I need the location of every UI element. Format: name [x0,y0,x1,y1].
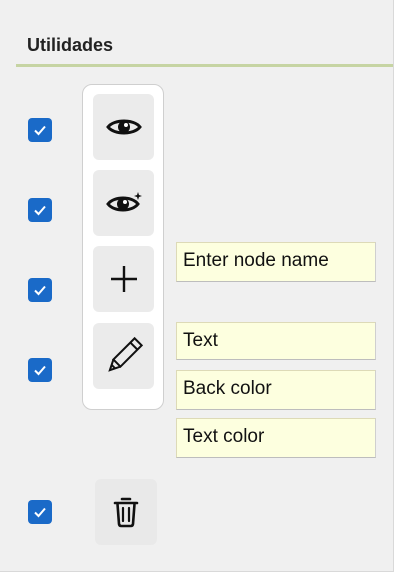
checkbox-eye[interactable] [28,118,52,142]
checkbox-add[interactable] [28,278,52,302]
checkmark-icon [34,365,46,376]
node-name-field[interactable]: Enter node name [176,242,376,282]
eye-sparkle-icon [105,192,142,212]
pencil-icon [107,336,143,372]
checkbox-delete[interactable] [28,500,52,524]
plus-icon [110,266,137,292]
utilities-panel: Utilidades Enter node name Text Back col… [0,0,394,572]
eye-icon [105,119,142,135]
checkbox-edit[interactable] [28,358,52,382]
trash-icon [113,497,139,528]
text-field[interactable]: Text [176,322,376,360]
title-divider [16,64,393,67]
view-button[interactable] [93,94,154,160]
view-all-button[interactable] [93,170,154,236]
edit-node-button[interactable] [93,323,154,389]
delete-button[interactable] [95,479,157,545]
panel-title: Utilidades [27,35,114,55]
add-node-button[interactable] [93,246,154,312]
checkmark-icon [34,507,46,518]
text-color-field[interactable]: Text color [176,418,376,458]
back-color-field[interactable]: Back color [176,370,376,410]
checkmark-icon [34,125,46,136]
checkmark-icon [34,205,46,216]
checkmark-icon [34,285,46,296]
checkbox-eye-sparkle[interactable] [28,198,52,222]
